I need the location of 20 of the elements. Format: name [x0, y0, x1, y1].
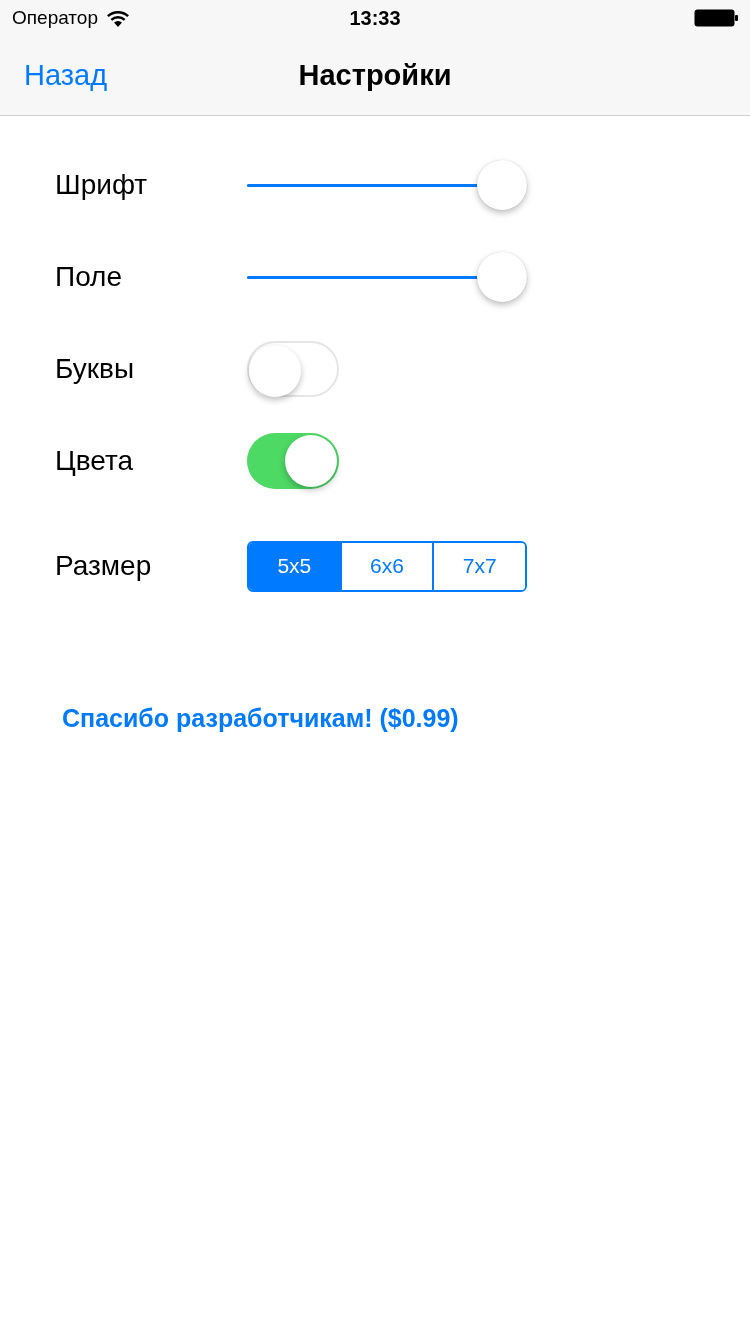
toggle-switch[interactable]	[247, 433, 339, 489]
setting-label: Буквы	[55, 352, 135, 386]
slider-thumb[interactable]	[477, 160, 527, 210]
status-time: 13:33	[349, 6, 401, 31]
segment-tab[interactable]: 7x7	[432, 542, 525, 590]
back-button[interactable]: Назад	[24, 53, 108, 98]
setting-label: Поле	[55, 260, 123, 294]
segment-tab[interactable]: 5x5	[249, 542, 340, 590]
carrier-name: Оператор	[12, 5, 98, 30]
battery-icon	[694, 9, 738, 27]
setting-label: Цвета	[55, 444, 134, 478]
donate-link[interactable]: Спасибо разработчикам! ($0.99)	[62, 704, 459, 732]
screen-title: Настройки	[298, 57, 452, 93]
slider-thumb[interactable]	[477, 252, 527, 302]
setting-label: Шрифт	[55, 168, 149, 202]
slider[interactable]	[247, 159, 527, 211]
setting-label: Размер	[55, 549, 153, 583]
wifi-icon	[106, 9, 130, 27]
slider[interactable]	[247, 251, 527, 303]
toggle-switch[interactable]	[247, 341, 339, 397]
